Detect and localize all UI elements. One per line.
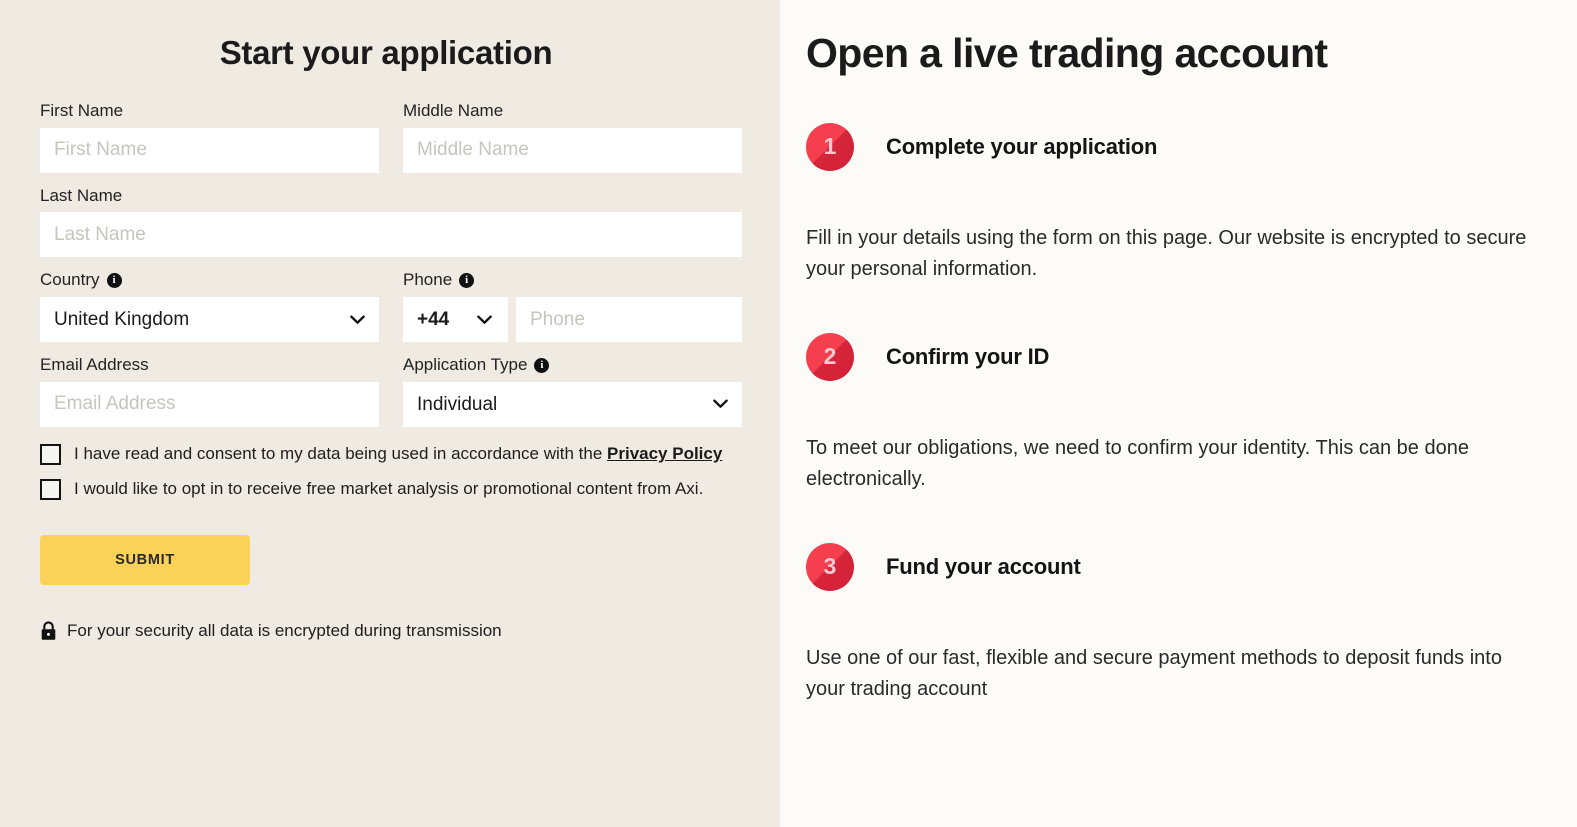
consent-marketing-row[interactable]: I would like to opt in to receive free m…: [40, 476, 742, 502]
step-3-body: Use one of our fast, flexible and secure…: [806, 647, 1502, 700]
last-name-input[interactable]: [40, 212, 742, 258]
step-1-head: 1 Complete your application: [806, 123, 1531, 171]
consent-marketing-text: I would like to opt in to receive free m…: [74, 479, 704, 499]
step-1-body: Fill in your details using the form on t…: [806, 227, 1527, 280]
step-1: 1 Complete your application Fill in your…: [806, 123, 1531, 285]
field-application-type: Application Type i Individual: [403, 355, 742, 427]
step-3: 3 Fund your account Use one of our fast,…: [806, 543, 1531, 705]
application-type-label-group: Application Type i: [403, 355, 742, 375]
info-icon[interactable]: i: [459, 273, 475, 289]
step-number-badge: 3: [806, 543, 854, 591]
middle-name-label: Middle Name: [403, 101, 504, 120]
country-label: Country: [40, 270, 100, 290]
step-3-title: Fund your account: [886, 554, 1081, 579]
page-title: Start your application: [219, 34, 553, 71]
consent-privacy-row[interactable]: I have read and consent to my data being…: [40, 441, 742, 467]
step-3-number: 3: [823, 552, 837, 579]
name-row: First Name Middle Name: [40, 101, 742, 173]
step-number-badge: 2: [806, 333, 854, 381]
first-name-input[interactable]: [40, 127, 379, 173]
phone-country-code-select[interactable]: +44: [403, 297, 508, 343]
country-phone-row: Country i United Kingdom Phone i +44 Pho…: [40, 271, 742, 343]
info-panel: Open a live trading account 1 Complete y…: [780, 0, 1577, 827]
submit-button[interactable]: SUBMIT: [40, 535, 250, 586]
security-note-text: For your security all data is encrypted …: [67, 621, 502, 641]
consent-privacy-checkbox[interactable]: [40, 443, 61, 465]
country-select-value: United Kingdom: [54, 309, 190, 331]
consent-privacy-text: I have read and consent to my data being…: [74, 441, 722, 467]
phone-input-group: +44: [403, 297, 742, 343]
lock-icon: [40, 621, 57, 641]
step-2: 2 Confirm your ID To meet our obligation…: [806, 333, 1531, 495]
phone-number-input[interactable]: [516, 297, 742, 343]
last-name-label: Last Name: [40, 185, 123, 205]
consent-marketing-checkbox[interactable]: [40, 479, 61, 501]
info-icon[interactable]: i: [106, 273, 122, 289]
email-label: Email Address: [40, 355, 149, 375]
step-1-title: Complete your application: [886, 134, 1158, 159]
application-type-value: Individual: [417, 393, 498, 415]
email-input[interactable]: [40, 381, 379, 427]
middle-name-input[interactable]: [403, 127, 742, 173]
info-panel-title: Open a live trading account: [806, 30, 1328, 76]
consent-privacy-label: I have read and consent to my data being…: [74, 443, 608, 463]
first-name-label: First Name: [40, 101, 124, 120]
phone-label-group: Phone i: [403, 271, 742, 290]
info-icon[interactable]: i: [534, 357, 550, 373]
email-apptype-row: Email Address Application Type i Individ…: [40, 355, 742, 427]
last-name-row: Last Name: [40, 185, 742, 258]
field-middle-name: Middle Name: [403, 101, 742, 173]
application-page: Start your application First Name Middle…: [0, 0, 1577, 827]
field-first-name: First Name: [40, 101, 379, 173]
field-last-name: Last Name: [40, 185, 742, 258]
step-3-head: 3 Fund your account: [806, 543, 1531, 591]
field-phone: Phone i +44: [403, 271, 742, 343]
country-label-group: Country i: [40, 271, 379, 290]
step-1-number: 1: [823, 132, 837, 159]
phone-country-code-value: +44: [417, 309, 450, 331]
application-form-panel: Start your application First Name Middle…: [0, 0, 780, 827]
phone-label: Phone: [403, 270, 453, 290]
application-type-label: Application Type: [403, 355, 528, 375]
application-type-select[interactable]: Individual: [403, 381, 742, 427]
step-2-body: To meet our obligations, we need to conf…: [806, 437, 1469, 490]
field-email: Email Address: [40, 355, 379, 427]
step-2-number: 2: [823, 342, 837, 369]
security-note: For your security all data is encrypted …: [40, 621, 742, 641]
step-2-head: 2 Confirm your ID: [806, 333, 1531, 381]
privacy-policy-link[interactable]: Privacy Policy: [607, 441, 722, 467]
step-number-badge: 1: [806, 123, 854, 171]
field-country: Country i United Kingdom: [40, 271, 379, 343]
country-select[interactable]: United Kingdom: [40, 297, 379, 343]
phone-number-wrap: [516, 297, 742, 343]
step-2-title: Confirm your ID: [886, 344, 1050, 369]
